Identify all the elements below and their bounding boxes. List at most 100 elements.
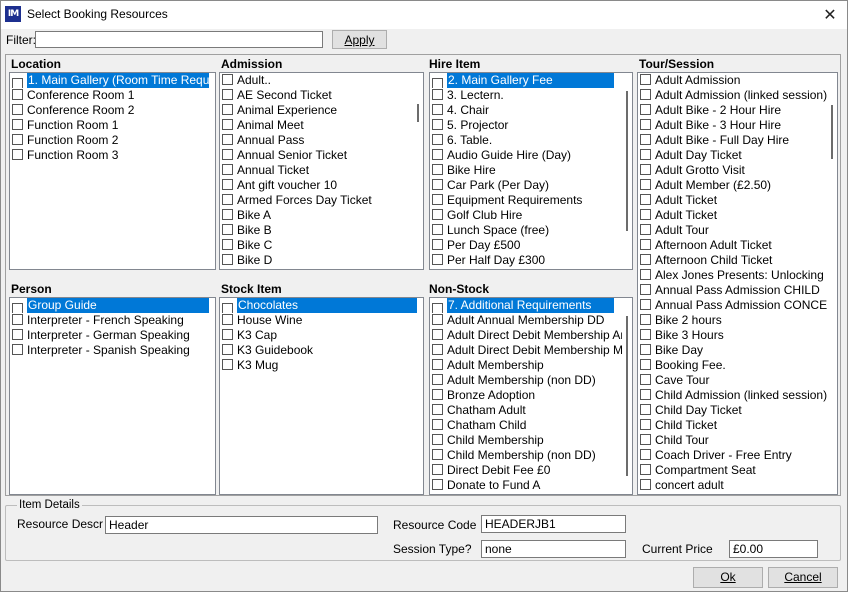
checkbox[interactable] bbox=[432, 419, 443, 430]
checkbox[interactable] bbox=[432, 449, 443, 460]
checkbox[interactable] bbox=[640, 134, 651, 145]
checkbox[interactable] bbox=[12, 344, 23, 355]
close-icon[interactable]: ✕ bbox=[813, 1, 847, 29]
checkbox[interactable] bbox=[432, 404, 443, 415]
checkbox[interactable] bbox=[432, 344, 443, 355]
checkbox[interactable] bbox=[640, 224, 651, 235]
list-item[interactable]: Ant gift voucher 10 bbox=[220, 178, 423, 193]
list-item[interactable]: Adult Ticket bbox=[638, 193, 837, 208]
list-item[interactable]: Animal Experience bbox=[220, 103, 423, 118]
checkbox[interactable] bbox=[222, 209, 233, 220]
list-item[interactable]: Adult Membership bbox=[430, 358, 632, 373]
checkbox[interactable] bbox=[432, 329, 443, 340]
list-item[interactable]: Donate to Fund A bbox=[430, 478, 632, 493]
list-item[interactable]: Annual Senior Ticket bbox=[220, 148, 423, 163]
checkbox[interactable] bbox=[640, 359, 651, 370]
checkbox[interactable] bbox=[432, 104, 443, 115]
checkbox[interactable] bbox=[640, 239, 651, 250]
checkbox[interactable] bbox=[222, 329, 233, 340]
list-item[interactable]: Bike B bbox=[220, 223, 423, 238]
tour-session-scroll-thumb[interactable] bbox=[831, 105, 833, 159]
list-item[interactable]: Armed Forces Day Ticket bbox=[220, 193, 423, 208]
list-item[interactable]: Bike Day bbox=[638, 343, 837, 358]
list-item[interactable]: Adult Tour bbox=[638, 223, 837, 238]
stock-item-list[interactable]: Chocolates House Wine K3 Cap K3 Guidebook K3… bbox=[219, 297, 424, 495]
checkbox[interactable] bbox=[12, 89, 23, 100]
list-item[interactable]: Adult Direct Debit Membership Annu bbox=[430, 328, 632, 343]
checkbox[interactable] bbox=[640, 179, 651, 190]
list-item[interactable]: Bike C bbox=[220, 238, 423, 253]
list-item[interactable]: Adult Bike - 3 Hour Hire bbox=[638, 118, 837, 133]
checkbox[interactable] bbox=[432, 303, 443, 313]
admission-list[interactable]: Adult.. AE Second Ticket Animal Experience… bbox=[219, 72, 424, 270]
checkbox[interactable] bbox=[432, 194, 443, 205]
list-item[interactable]: Function Room 1 bbox=[10, 118, 215, 133]
admission-scrollbar[interactable] bbox=[413, 73, 423, 269]
list-item[interactable]: Child Day Ticket bbox=[638, 403, 837, 418]
list-item[interactable]: concert adult bbox=[638, 478, 837, 493]
list-item[interactable]: Annual Ticket bbox=[220, 163, 423, 178]
list-item[interactable]: Bike A bbox=[220, 208, 423, 223]
list-item[interactable]: Chocolates bbox=[220, 298, 423, 313]
list-item[interactable]: Child Membership bbox=[430, 433, 632, 448]
checkbox[interactable] bbox=[640, 299, 651, 310]
checkbox[interactable] bbox=[640, 284, 651, 295]
list-item[interactable]: Child Tour bbox=[638, 433, 837, 448]
checkbox[interactable] bbox=[640, 419, 651, 430]
checkbox[interactable] bbox=[640, 194, 651, 205]
list-item[interactable]: Car Park (Per Day) bbox=[430, 178, 632, 193]
checkbox[interactable] bbox=[640, 329, 651, 340]
checkbox[interactable] bbox=[640, 389, 651, 400]
list-item[interactable]: Adult Ticket bbox=[638, 208, 837, 223]
list-item[interactable]: Interpreter - Spanish Speaking bbox=[10, 343, 215, 358]
checkbox[interactable] bbox=[222, 194, 233, 205]
list-item[interactable]: Annual Pass Admission CONCESSI bbox=[638, 298, 837, 313]
list-item[interactable]: Afternoon Child Ticket bbox=[638, 253, 837, 268]
list-item[interactable]: Bike Hire bbox=[430, 163, 632, 178]
person-list[interactable]: Group Guide Interpreter - French Speaking… bbox=[9, 297, 216, 495]
list-item[interactable]: Adult Admission bbox=[638, 73, 837, 88]
checkbox[interactable] bbox=[640, 104, 651, 115]
checkbox[interactable] bbox=[432, 209, 443, 220]
checkbox[interactable] bbox=[222, 179, 233, 190]
list-item[interactable]: Audio Guide Hire (Day) bbox=[430, 148, 632, 163]
list-item[interactable]: Child Admission (linked session) bbox=[638, 388, 837, 403]
list-item[interactable]: 2. Main Gallery Fee bbox=[430, 73, 632, 88]
list-item[interactable]: Bronze Adoption bbox=[430, 388, 632, 403]
checkbox[interactable] bbox=[640, 164, 651, 175]
checkbox[interactable] bbox=[640, 89, 651, 100]
checkbox[interactable] bbox=[432, 119, 443, 130]
checkbox[interactable] bbox=[640, 314, 651, 325]
list-item[interactable]: Per Day £500 bbox=[430, 238, 632, 253]
checkbox[interactable] bbox=[640, 119, 651, 130]
list-item[interactable]: Per Half Day £300 bbox=[430, 253, 632, 268]
checkbox[interactable] bbox=[432, 89, 443, 100]
list-item[interactable]: Cave Tour bbox=[638, 373, 837, 388]
tour-session-scrollbar[interactable] bbox=[827, 73, 837, 494]
checkbox[interactable] bbox=[640, 149, 651, 160]
list-item[interactable]: AE Second Ticket bbox=[220, 88, 423, 103]
list-item[interactable]: Adult Direct Debit Membership Mon bbox=[430, 343, 632, 358]
non-stock-scroll-thumb[interactable] bbox=[626, 316, 628, 476]
list-item[interactable]: 4. Chair bbox=[430, 103, 632, 118]
list-item[interactable]: Adult Member (£2.50) bbox=[638, 178, 837, 193]
list-item[interactable]: Adult Membership (non DD) bbox=[430, 373, 632, 388]
list-item[interactable]: Interpreter - German Speaking bbox=[10, 328, 215, 343]
list-item[interactable]: 5. Projector bbox=[430, 118, 632, 133]
list-item[interactable]: K3 Guidebook bbox=[220, 343, 423, 358]
ok-button[interactable]: Ok bbox=[693, 567, 763, 588]
non-stock-list[interactable]: 7. Additional Requirements Adult Annual M… bbox=[429, 297, 633, 495]
list-item[interactable]: Direct Debit Fee £0 bbox=[430, 463, 632, 478]
checkbox[interactable] bbox=[222, 89, 233, 100]
list-item[interactable]: Child Membership (non DD) bbox=[430, 448, 632, 463]
list-item[interactable]: Adult Day Ticket bbox=[638, 148, 837, 163]
checkbox[interactable] bbox=[12, 149, 23, 160]
checkbox[interactable] bbox=[432, 314, 443, 325]
checkbox[interactable] bbox=[12, 119, 23, 130]
list-item[interactable]: Adult Admission (linked session) bbox=[638, 88, 837, 103]
list-item[interactable]: Function Room 3 bbox=[10, 148, 215, 163]
checkbox[interactable] bbox=[432, 374, 443, 385]
checkbox[interactable] bbox=[222, 359, 233, 370]
cancel-button[interactable]: Cancel bbox=[768, 567, 838, 588]
checkbox[interactable] bbox=[432, 134, 443, 145]
